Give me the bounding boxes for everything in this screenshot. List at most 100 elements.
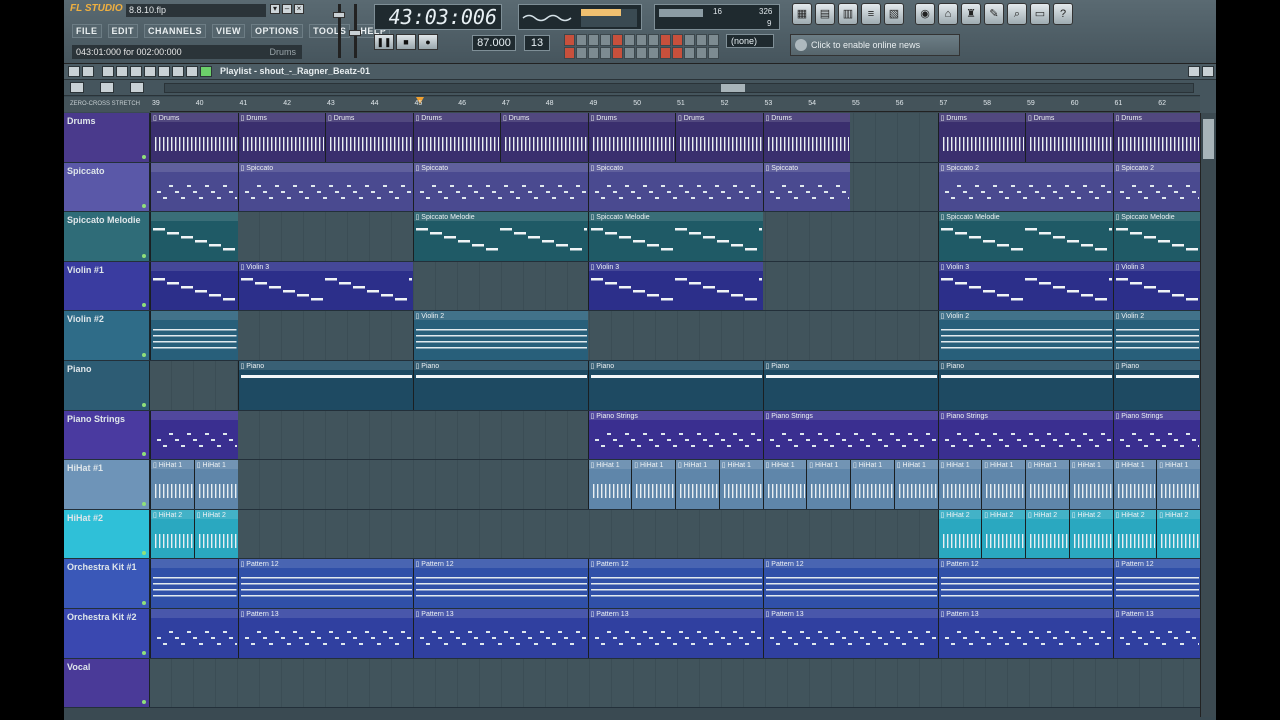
playlist-menu-icon[interactable] xyxy=(68,66,80,77)
track-lane[interactable]: ▯ Piano Strings ▯ Piano Strings ▯ Piano St… xyxy=(150,410,1200,460)
online-news-button[interactable]: Click to enable online news xyxy=(790,34,960,56)
track-name[interactable]: Spiccato xyxy=(64,162,150,212)
track-name[interactable]: HiHat #1 xyxy=(64,460,150,509)
pattern-clip[interactable]: ▯ Spiccato xyxy=(762,162,850,212)
pattern-clip[interactable]: ▯ Violin 2 xyxy=(937,311,1113,360)
pattern-clip[interactable]: ▯ HiHat 1 xyxy=(1068,460,1113,509)
track-name[interactable]: Violin #2 xyxy=(64,311,150,360)
pattern-clip[interactable]: ▯ Pattern 13 xyxy=(762,609,938,658)
arrow-icon[interactable] xyxy=(70,82,84,93)
pattern-clip[interactable]: ▯ Spiccato Melodie xyxy=(1112,212,1200,261)
pattern-clip[interactable]: ▯ Piano Strings xyxy=(1112,410,1200,460)
pattern-clip[interactable]: ▯ Spiccato 2 xyxy=(1112,162,1200,212)
pattern-clip[interactable]: ▯ Spiccato Melodie xyxy=(937,212,1113,261)
track-name[interactable]: Spiccato Melodie xyxy=(64,212,150,261)
pattern-clip[interactable]: ▯ Drums xyxy=(237,113,325,162)
playback-tool-icon[interactable] xyxy=(200,66,212,77)
ruler-options[interactable]: ZERO-CROSS STRETCH xyxy=(64,97,150,112)
magnet-icon[interactable] xyxy=(82,66,94,77)
menu-view[interactable]: VIEW xyxy=(212,24,246,38)
track-lane[interactable]: ▯ Pattern 12 ▯ Pattern 12 ▯ Pattern 12 ▯ Pa… xyxy=(150,559,1200,608)
pattern-clip[interactable] xyxy=(150,212,238,261)
pattern-clip[interactable] xyxy=(150,559,238,608)
close-icon[interactable]: × xyxy=(294,4,304,14)
pattern-clip[interactable]: ▯ HiHat 1 xyxy=(675,460,719,509)
shortcut-toggle[interactable] xyxy=(708,34,719,46)
track-name[interactable]: Piano xyxy=(64,361,150,410)
pattern-clip[interactable]: ▯ Violin 3 xyxy=(587,261,763,311)
pattern-clip[interactable]: ▯ Pattern 12 xyxy=(237,559,413,608)
pattern-clip[interactable]: ▯ Piano Strings xyxy=(587,410,763,460)
pattern-clip[interactable]: ▯ Violin 2 xyxy=(1112,311,1200,360)
track-led-icon[interactable] xyxy=(142,253,146,258)
menu-dropdown-icon[interactable]: ▾ xyxy=(270,4,280,14)
track-lane[interactable]: ▯ Pattern 13 ▯ Pattern 13 ▯ Pattern 13 ▯ Pa… xyxy=(150,609,1200,658)
track-led-icon[interactable] xyxy=(142,501,146,506)
scroll-thumb[interactable] xyxy=(721,84,745,92)
shortcut-toggle[interactable] xyxy=(600,47,611,59)
shortcut-toggle[interactable] xyxy=(636,34,647,46)
pattern-clip[interactable]: ▯ HiHat 2 xyxy=(193,509,238,559)
notes-icon[interactable]: ▭ xyxy=(1030,3,1050,25)
pattern-clip[interactable]: ▯ HiHat 1 xyxy=(587,460,632,509)
stop-button[interactable]: ■ xyxy=(396,34,416,50)
note-icon[interactable] xyxy=(130,82,144,93)
pattern-clip[interactable]: ▯ Pattern 12 xyxy=(412,559,588,608)
playlist-close-icon[interactable] xyxy=(1202,66,1214,77)
pattern-clip[interactable] xyxy=(150,410,238,460)
shortcut-toggle[interactable] xyxy=(612,47,623,59)
pattern-clip[interactable]: ▯ HiHat 2 xyxy=(937,509,982,559)
pattern-clip[interactable]: ▯ HiHat 1 xyxy=(718,460,763,509)
record-button[interactable]: ● xyxy=(418,34,438,50)
pattern-clip[interactable]: ▯ Pattern 13 xyxy=(412,609,588,658)
track-led-icon[interactable] xyxy=(142,204,146,209)
track-lane[interactable]: ▯ Violin 2 ▯ Violin 2 ▯ Violin 2 xyxy=(150,311,1200,360)
track-led-icon[interactable] xyxy=(142,352,146,357)
pattern-clip[interactable]: ▯ Spiccato xyxy=(412,162,588,212)
pattern-clip[interactable]: ▯ Pattern 13 xyxy=(587,609,763,658)
timeline-ruler[interactable]: 39 40 41 42 43 44 45 46 47 48 49 50 51 52 53 54 55 56 57 58… xyxy=(150,97,1200,112)
zoom-tool-icon[interactable] xyxy=(186,66,198,77)
pattern-clip[interactable]: ▯ HiHat 1 xyxy=(850,460,894,509)
maximize-icon[interactable] xyxy=(1188,66,1200,77)
shortcut-toggle[interactable] xyxy=(648,34,659,46)
track-led-icon[interactable] xyxy=(142,303,146,308)
pattern-clip[interactable]: ▯ Pattern 13 xyxy=(937,609,1113,658)
vertical-scrollbar[interactable] xyxy=(1200,113,1216,717)
pattern-clip[interactable]: ▯ Drums xyxy=(500,113,588,162)
pattern-clip[interactable]: ▯ Pattern 12 xyxy=(587,559,763,608)
search-icon[interactable]: ⌕ xyxy=(1007,3,1027,25)
shortcut-toggle[interactable] xyxy=(684,34,695,46)
track-led-icon[interactable] xyxy=(142,452,146,457)
pattern-clip[interactable]: ▯ Piano xyxy=(237,361,413,410)
shortcut-toggle[interactable] xyxy=(624,47,635,59)
pattern-clip[interactable]: ▯ Drums xyxy=(762,113,850,162)
pattern-clip[interactable]: ▯ HiHat 1 xyxy=(631,460,675,509)
mute-tool-icon[interactable] xyxy=(144,66,156,77)
pattern-clip[interactable]: ▯ HiHat 2 xyxy=(1112,509,1157,559)
pattern-clip[interactable]: ▯ HiHat 2 xyxy=(1068,509,1113,559)
cpu-icon[interactable]: ◉ xyxy=(915,3,935,25)
shortcut-toggle[interactable] xyxy=(696,34,707,46)
pattern-clip[interactable]: ▯ Spiccato 2 xyxy=(937,162,1113,212)
scissors-icon[interactable] xyxy=(100,82,114,93)
pattern-clip[interactable]: ▯ Drums xyxy=(1112,113,1200,162)
shortcut-toggle[interactable] xyxy=(660,47,671,59)
pattern-selector[interactable]: 13 xyxy=(524,35,550,51)
pattern-clip[interactable]: ▯ HiHat 2 xyxy=(1156,509,1200,559)
track-lane[interactable]: ▯ Spiccato ▯ Spiccato ▯ Spiccato ▯ Spiccato… xyxy=(150,162,1200,212)
pattern-clip[interactable]: ▯ HiHat 1 xyxy=(1112,460,1157,509)
track-name[interactable]: Orchestra Kit #1 xyxy=(64,559,150,608)
snap-selector[interactable]: (none) xyxy=(726,34,774,48)
track-name[interactable]: Vocal xyxy=(64,658,150,708)
pattern-clip[interactable]: ▯ HiHat 1 xyxy=(893,460,938,509)
pattern-clip[interactable]: ▯ Pattern 13 xyxy=(1112,609,1200,658)
track-name[interactable]: Drums xyxy=(64,113,150,162)
shortcut-toggle[interactable] xyxy=(576,47,587,59)
pattern-clip[interactable]: ▯ Piano xyxy=(412,361,588,410)
track-led-icon[interactable] xyxy=(142,600,146,605)
plugin-icon[interactable]: ♜ xyxy=(961,3,981,25)
master-volume[interactable] xyxy=(332,2,362,60)
pattern-clip[interactable] xyxy=(150,609,238,658)
menu-edit[interactable]: EDIT xyxy=(107,24,139,38)
